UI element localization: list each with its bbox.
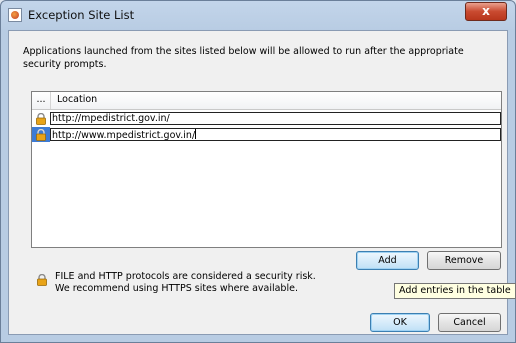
cancel-button[interactable]: Cancel	[438, 313, 501, 332]
text-caret	[195, 129, 197, 139]
column-header-menu[interactable]: ...	[32, 92, 51, 109]
close-button[interactable]: x	[465, 2, 507, 21]
location-cell[interactable]: http://mpedistrict.gov.in/	[50, 112, 501, 125]
column-header-location[interactable]: Location	[51, 92, 97, 109]
description-text: Applications launched from the sites lis…	[23, 46, 464, 70]
add-button[interactable]: Add	[356, 251, 419, 270]
security-warning: FILE and HTTP protocols are considered a…	[55, 271, 316, 295]
title-bar[interactable]: Exception Site List x	[1, 1, 515, 29]
lock-icon	[36, 113, 46, 125]
remove-button[interactable]: Remove	[427, 251, 501, 270]
location-edit-field[interactable]: http://www.mpedistrict.gov.in/	[50, 128, 501, 141]
lock-icon	[36, 129, 46, 141]
tooltip: Add entries in the table	[394, 283, 516, 299]
site-table[interactable]: ... Location http://mpedistrict.gov.in/	[31, 91, 502, 248]
java-icon	[8, 8, 22, 22]
warning-line-1: FILE and HTTP protocols are considered a…	[55, 271, 316, 282]
warning-line-2: We recommend using HTTPS sites where ava…	[55, 283, 298, 294]
table-row[interactable]: http://mpedistrict.gov.in/	[32, 111, 501, 126]
location-edit-value: http://www.mpedistrict.gov.in/	[52, 130, 196, 141]
lock-warning-icon	[37, 274, 47, 286]
window-title: Exception Site List	[28, 8, 135, 22]
table-row-selected[interactable]: http://www.mpedistrict.gov.in/	[32, 127, 501, 142]
ok-button[interactable]: OK	[370, 313, 430, 332]
table-header: ... Location	[32, 92, 501, 110]
